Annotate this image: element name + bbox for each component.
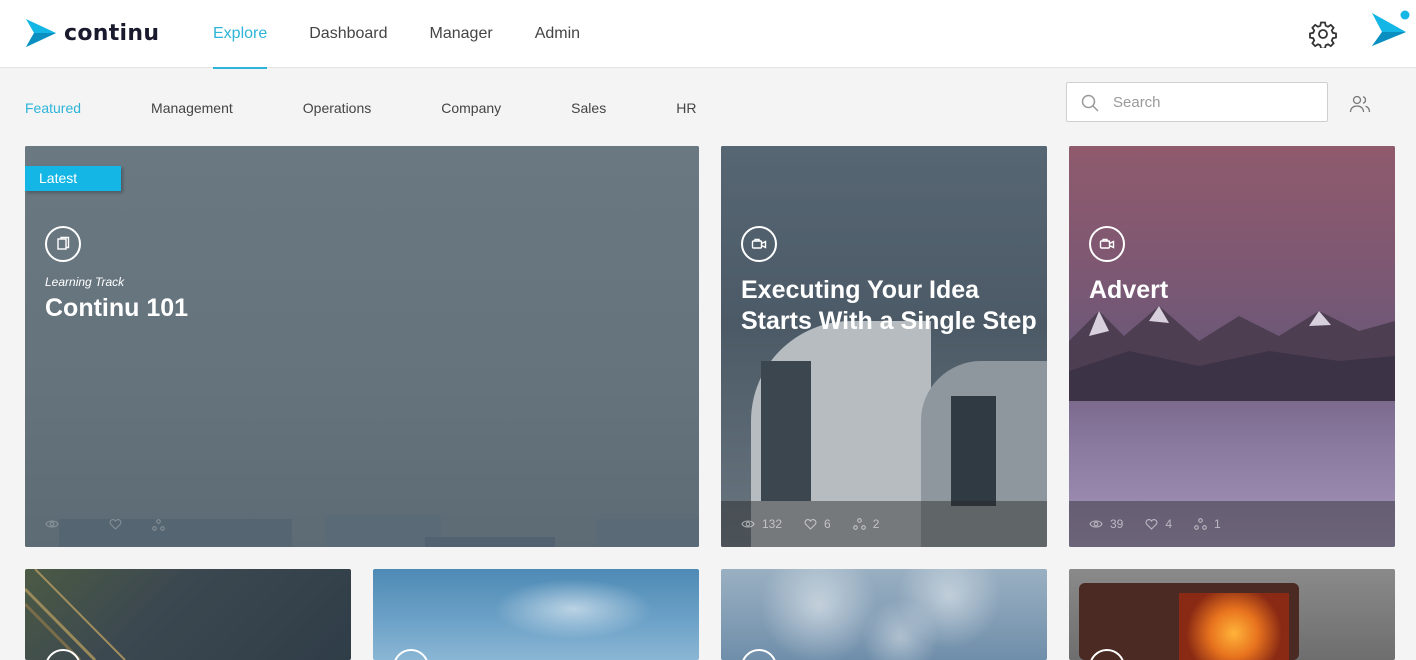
eye-icon	[1089, 520, 1103, 528]
views-count: 132	[762, 517, 783, 531]
content-card-bottom-3[interactable]	[721, 569, 1047, 660]
search-icon	[1081, 94, 1099, 112]
video-icon	[751, 238, 767, 249]
card-type-badge	[741, 226, 777, 262]
card-stats-faded	[45, 519, 165, 531]
search-input[interactable]	[1113, 83, 1323, 121]
nav-manager[interactable]: Manager	[409, 0, 514, 68]
card-background-image	[25, 146, 699, 547]
views-count: 39	[1110, 517, 1124, 531]
content-card-bottom-4[interactable]	[1069, 569, 1395, 660]
main-navigation: Explore Dashboard Manager Admin	[192, 0, 601, 69]
content-card-bottom-2[interactable]	[373, 569, 699, 660]
card-background-image	[721, 569, 1047, 660]
likes-stat[interactable]: 4	[1145, 517, 1172, 531]
continu-logo[interactable]: continu	[24, 17, 159, 49]
views-stat: 132	[741, 517, 782, 531]
card-subtitle: Learning Track	[45, 275, 125, 289]
share-icon	[152, 519, 165, 531]
card-type-badge	[45, 226, 81, 262]
people-icon[interactable]	[1348, 92, 1372, 116]
likes-count: 6	[824, 517, 831, 531]
heart-icon	[804, 518, 817, 530]
card-background-image	[1079, 583, 1299, 660]
eye-icon	[45, 520, 59, 528]
card-background-image	[721, 146, 1047, 547]
nav-explore[interactable]: Explore	[192, 0, 288, 69]
card-background-image	[493, 579, 653, 639]
likes-count: 4	[1165, 517, 1173, 531]
shares-count: 2	[872, 517, 880, 531]
category-hr[interactable]: HR	[676, 98, 696, 118]
card-title: Executing Your Idea Starts With a Single…	[741, 276, 1037, 335]
likes-stat[interactable]: 6	[804, 517, 831, 531]
continu-logo-icon	[26, 19, 56, 47]
eye-icon	[741, 520, 755, 528]
content-card-continu-101[interactable]: Latest Learning Track Continu 101	[25, 146, 699, 547]
heart-icon	[1145, 518, 1158, 530]
shares-count: 1	[1214, 517, 1221, 531]
logo-text: continu	[64, 20, 160, 46]
top-navigation-bar: continu Explore Dashboard Manager Admin	[0, 0, 1416, 69]
user-avatar-icon[interactable]	[1370, 10, 1410, 50]
card-background-image	[25, 569, 126, 660]
category-tabs: Featured Management Operations Company S…	[25, 98, 766, 118]
card-type-badge	[393, 649, 429, 660]
share-icon	[852, 518, 866, 530]
content-card-executing-idea[interactable]: Executing Your Idea Starts With a Single…	[721, 146, 1047, 547]
category-management[interactable]: Management	[151, 98, 233, 118]
shares-stat[interactable]: 1	[1194, 517, 1221, 531]
category-featured[interactable]: Featured	[25, 98, 81, 118]
book-icon	[57, 236, 70, 250]
nav-admin[interactable]: Admin	[514, 0, 601, 68]
category-operations[interactable]: Operations	[303, 98, 371, 118]
latest-badge: Latest	[25, 166, 121, 191]
content-card-advert[interactable]: Advert 39 4 1	[1069, 146, 1395, 547]
category-company[interactable]: Company	[441, 98, 501, 118]
card-title: Continu 101	[45, 294, 189, 322]
card-type-badge	[1089, 226, 1125, 262]
content-card-bottom-1[interactable]	[25, 569, 351, 660]
card-stats: 132 6 2	[721, 501, 1047, 547]
share-icon	[1194, 518, 1207, 530]
shares-stat[interactable]: 2	[852, 517, 880, 531]
gear-icon[interactable]	[1309, 20, 1337, 48]
nav-dashboard[interactable]: Dashboard	[288, 0, 408, 68]
heart-icon	[109, 519, 122, 530]
category-sales[interactable]: Sales	[571, 98, 606, 118]
card-background-image	[1069, 146, 1395, 547]
search-box[interactable]	[1066, 82, 1328, 122]
video-icon	[1099, 238, 1115, 249]
card-title: Advert	[1089, 276, 1169, 304]
card-stats: 39 4 1	[1069, 501, 1395, 547]
views-stat: 39	[1089, 517, 1123, 531]
